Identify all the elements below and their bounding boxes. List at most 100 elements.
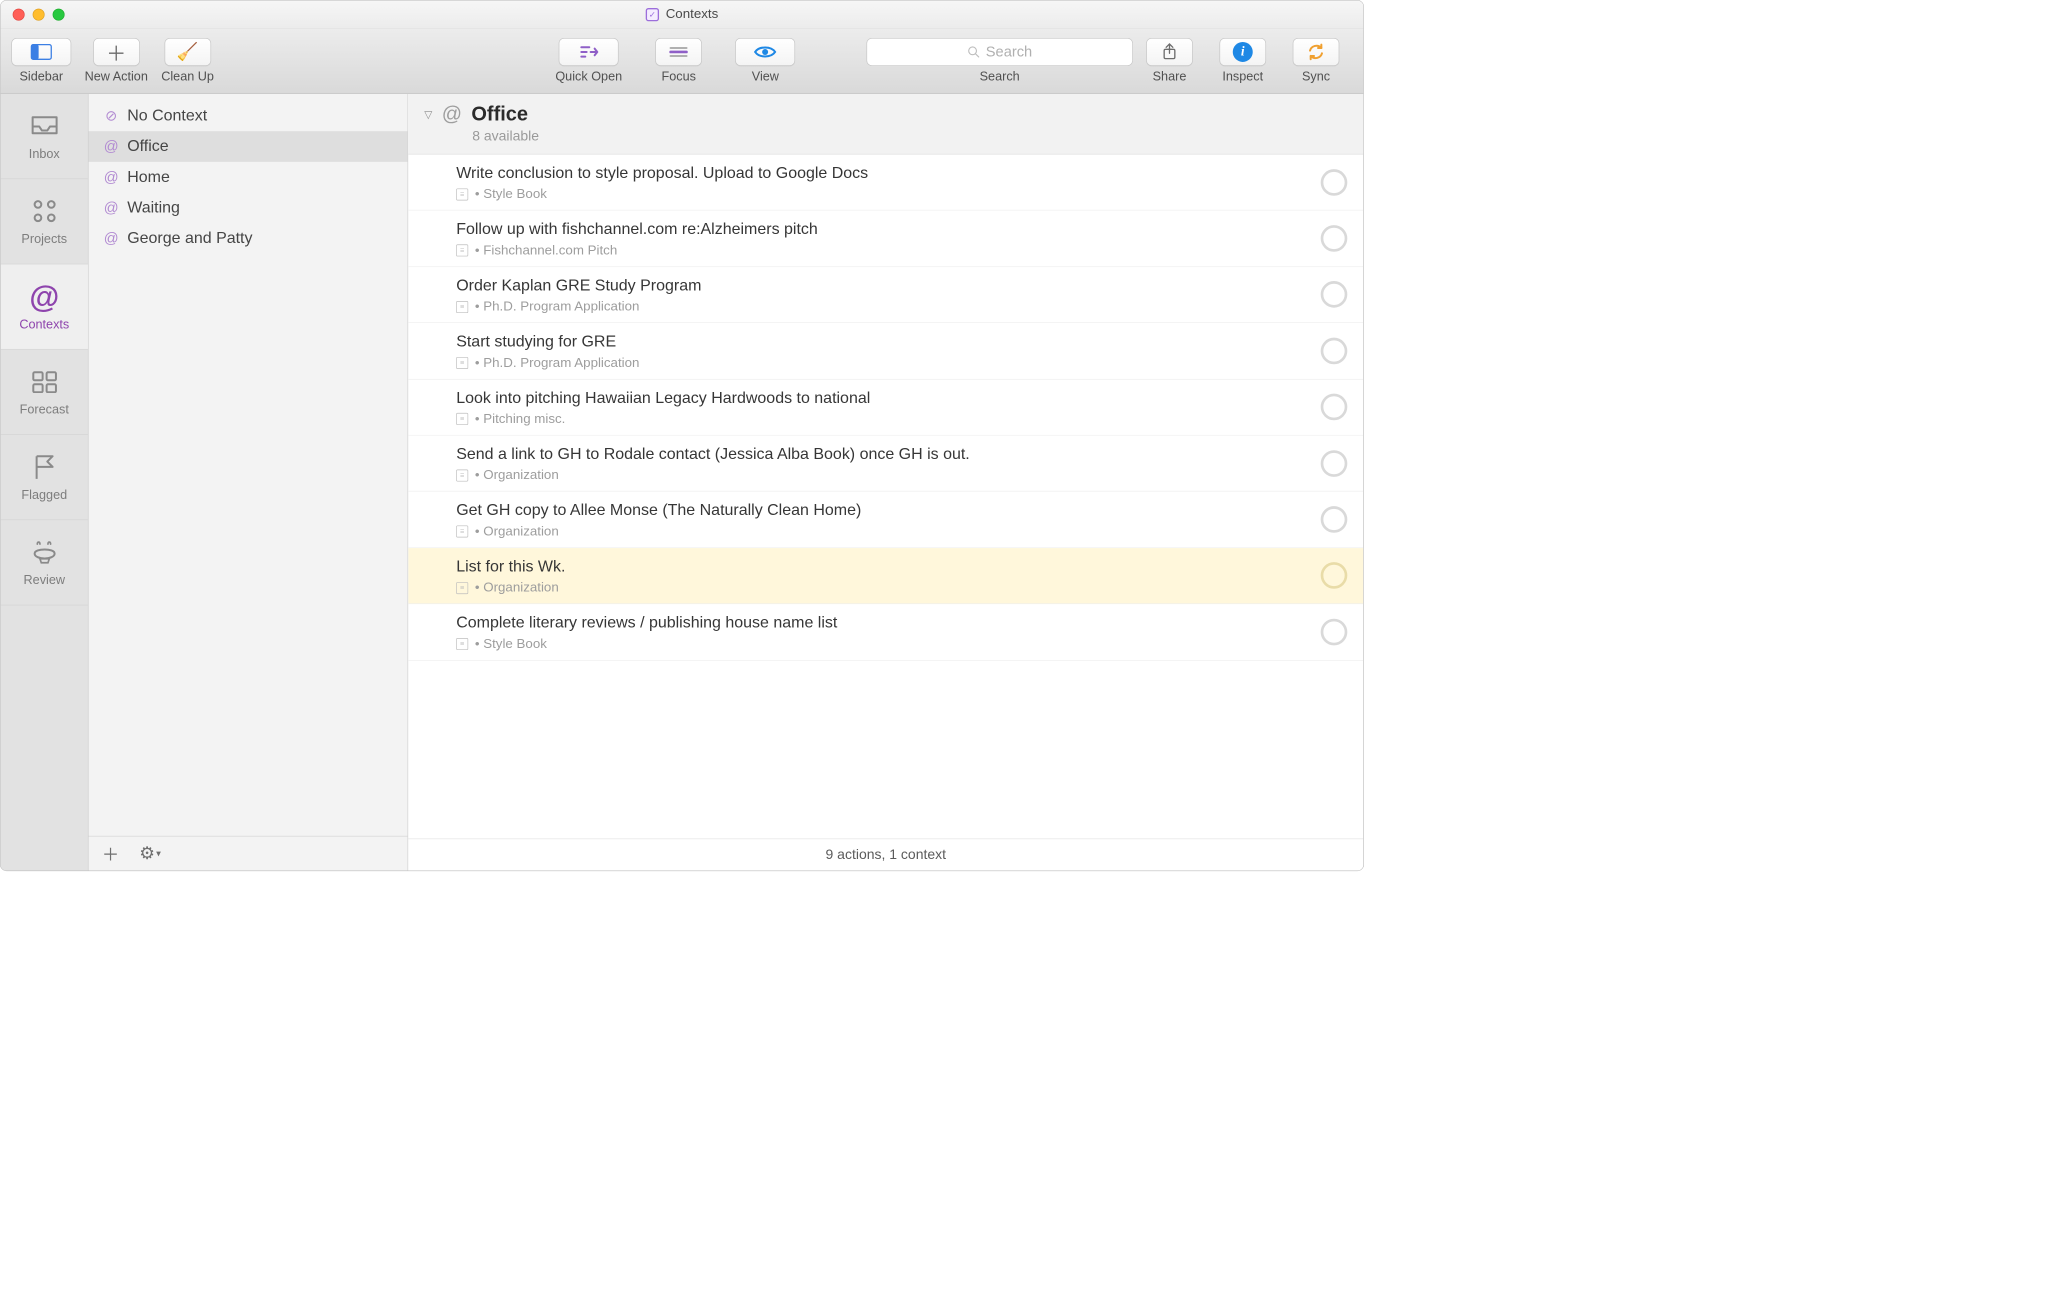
task-row[interactable]: Look into pitching Hawaiian Legacy Hardw… xyxy=(408,379,1363,435)
task-checkbox[interactable] xyxy=(1321,169,1348,196)
share-icon xyxy=(1162,42,1178,61)
sidebar-toggle-button[interactable] xyxy=(11,38,71,66)
task-project: • Organization xyxy=(475,580,559,595)
focus-label: Focus xyxy=(662,70,696,85)
task-row[interactable]: List for this Wk. ≡ • Organization xyxy=(408,548,1363,604)
rail-item-contexts[interactable]: @ Contexts xyxy=(1,264,88,349)
search-icon xyxy=(967,45,980,58)
task-title: Write conclusion to style proposal. Uplo… xyxy=(456,163,1300,185)
context-list: ⊘ No Context @ Office @ Home @ Waiting @ xyxy=(89,94,408,836)
task-checkbox[interactable] xyxy=(1321,338,1348,365)
at-icon: @ xyxy=(103,138,119,155)
task-title: Order Kaplan GRE Study Program xyxy=(456,275,1300,297)
context-item-george-patty[interactable]: @ George and Patty xyxy=(89,223,408,254)
rail-item-review[interactable]: Review xyxy=(1,520,88,605)
content-header: ▽ @ Office 8 available xyxy=(408,94,1363,155)
task-body: List for this Wk. ≡ • Organization xyxy=(456,556,1347,596)
context-item-no-context[interactable]: ⊘ No Context xyxy=(89,101,408,132)
context-sidebar-footer: ＋ ⚙▾ xyxy=(89,836,408,871)
content-title: Office xyxy=(471,103,528,126)
toolbar-right: Search Search Share i Inspect xyxy=(866,38,1352,85)
maximize-window-button[interactable] xyxy=(53,8,65,20)
quick-open-button[interactable] xyxy=(559,38,619,66)
context-item-home[interactable]: @ Home xyxy=(89,162,408,193)
task-title: Look into pitching Hawaiian Legacy Hardw… xyxy=(456,387,1300,409)
new-action-button[interactable]: ＋ xyxy=(93,38,140,66)
task-checkbox[interactable] xyxy=(1321,281,1348,308)
no-context-icon: ⊘ xyxy=(103,107,119,124)
context-sidebar: ⊘ No Context @ Office @ Home @ Waiting @ xyxy=(89,94,409,871)
task-checkbox[interactable] xyxy=(1321,450,1348,477)
context-item-office[interactable]: @ Office xyxy=(89,131,408,162)
task-project: • Fishchannel.com Pitch xyxy=(475,243,617,258)
task-meta: ≡ • Pitching misc. xyxy=(456,412,1300,427)
at-icon: @ xyxy=(103,230,119,247)
task-checkbox[interactable] xyxy=(1321,394,1348,421)
task-row[interactable]: Get GH copy to Allee Monse (The Naturall… xyxy=(408,492,1363,548)
at-icon: @ xyxy=(103,168,119,185)
task-row[interactable]: Order Kaplan GRE Study Program ≡ • Ph.D.… xyxy=(408,267,1363,323)
eye-icon xyxy=(754,44,777,59)
clean-up-button[interactable]: 🧹 xyxy=(164,38,211,66)
quick-open-icon xyxy=(579,44,599,59)
app-icon: ✓ xyxy=(646,8,659,21)
flag-icon xyxy=(32,452,56,481)
task-body: Order Kaplan GRE Study Program ≡ • Ph.D.… xyxy=(456,275,1347,315)
context-item-label: No Context xyxy=(127,107,207,126)
status-text: 9 actions, 1 context xyxy=(826,847,947,863)
minimize-window-button[interactable] xyxy=(33,8,45,20)
window-title: Contexts xyxy=(666,7,719,22)
task-meta: ≡ • Organization xyxy=(456,468,1300,483)
context-item-waiting[interactable]: @ Waiting xyxy=(89,192,408,223)
view-button[interactable] xyxy=(735,38,795,66)
task-body: Complete literary reviews / publishing h… xyxy=(456,612,1347,652)
task-meta: ≡ • Style Book xyxy=(456,636,1300,651)
task-row[interactable]: Complete literary reviews / publishing h… xyxy=(408,604,1363,660)
view-label: View xyxy=(752,70,779,85)
task-project: • Organization xyxy=(475,524,559,539)
task-checkbox[interactable] xyxy=(1321,562,1348,589)
sync-button[interactable] xyxy=(1293,38,1340,66)
rail-item-label: Projects xyxy=(21,232,67,247)
task-meta: ≡ • Organization xyxy=(456,580,1300,595)
task-body: Look into pitching Hawaiian Legacy Hardw… xyxy=(456,387,1347,427)
sidebar-toggle-label: Sidebar xyxy=(19,70,63,85)
quick-open-label: Quick Open xyxy=(555,70,622,85)
rail-item-forecast[interactable]: Forecast xyxy=(1,350,88,435)
rail-item-label: Contexts xyxy=(19,317,69,332)
context-settings-button[interactable]: ⚙▾ xyxy=(139,843,161,864)
share-button[interactable] xyxy=(1146,38,1193,66)
toolbar-cleanup-group: 🧹 Clean Up xyxy=(161,38,214,85)
disclosure-triangle[interactable]: ▽ xyxy=(424,108,432,121)
app-window: ✓ Contexts Sidebar ＋ New Action 🧹 Clean … xyxy=(0,0,1364,871)
project-icon: ≡ xyxy=(456,301,468,313)
sync-label: Sync xyxy=(1302,70,1330,85)
task-row[interactable]: Start studying for GRE ≡ • Ph.D. Program… xyxy=(408,323,1363,379)
focus-button[interactable] xyxy=(655,38,702,66)
task-checkbox[interactable] xyxy=(1321,225,1348,252)
task-project: • Organization xyxy=(475,468,559,483)
task-row[interactable]: Send a link to GH to Rodale contact (Jes… xyxy=(408,436,1363,492)
task-checkbox[interactable] xyxy=(1321,506,1348,533)
task-row[interactable]: Follow up with fishchannel.com re:Alzhei… xyxy=(408,211,1363,267)
rail-item-inbox[interactable]: Inbox xyxy=(1,94,88,179)
search-input[interactable]: Search xyxy=(866,38,1132,66)
task-meta: ≡ • Style Book xyxy=(456,187,1300,202)
rail-item-label: Review xyxy=(24,573,66,588)
task-meta: ≡ • Ph.D. Program Application xyxy=(456,355,1300,370)
focus-icon xyxy=(669,45,688,58)
at-icon: @ xyxy=(103,199,119,216)
inspect-button[interactable]: i xyxy=(1219,38,1266,66)
task-project: • Ph.D. Program Application xyxy=(475,299,640,314)
inbox-icon xyxy=(30,111,59,140)
rail-item-projects[interactable]: Projects xyxy=(1,179,88,264)
task-row[interactable]: Write conclusion to style proposal. Uplo… xyxy=(408,155,1363,211)
search-placeholder: Search xyxy=(986,43,1032,60)
project-icon: ≡ xyxy=(456,638,468,650)
task-checkbox[interactable] xyxy=(1321,619,1348,646)
share-label: Share xyxy=(1153,70,1187,85)
add-context-button[interactable]: ＋ xyxy=(102,841,119,866)
task-project: • Pitching misc. xyxy=(475,412,566,427)
rail-item-flagged[interactable]: Flagged xyxy=(1,435,88,520)
close-window-button[interactable] xyxy=(13,8,25,20)
